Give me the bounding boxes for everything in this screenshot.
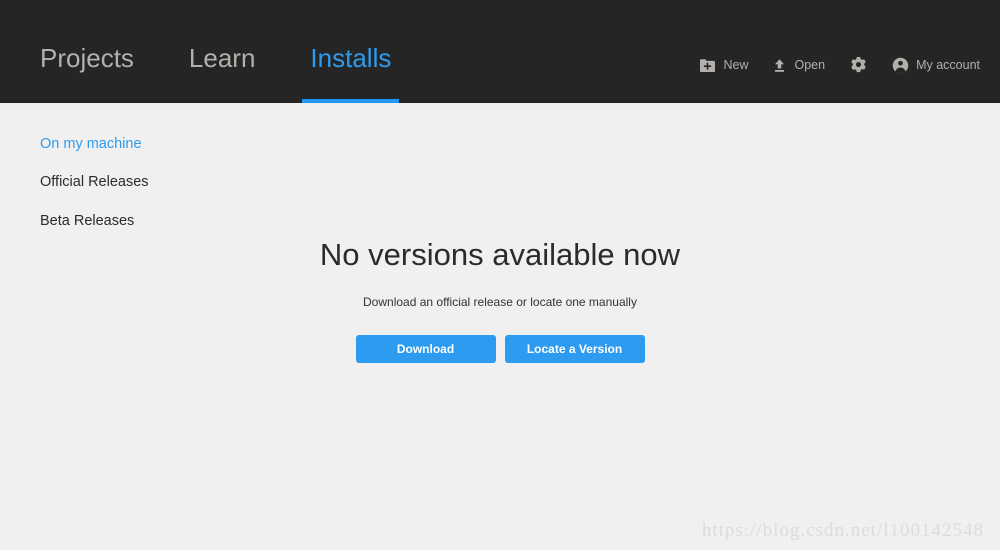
app-header: Projects Learn Installs New Open My acco… bbox=[0, 0, 1000, 103]
tab-learn[interactable]: Learn bbox=[189, 45, 256, 103]
new-button[interactable]: New bbox=[699, 58, 748, 73]
main-content: No versions available now Download an of… bbox=[0, 103, 1000, 550]
empty-state-actions: Download Locate a Version bbox=[0, 334, 1000, 363]
locate-version-button[interactable]: Locate a Version bbox=[504, 334, 645, 363]
open-button-label: Open bbox=[794, 58, 826, 72]
open-button[interactable]: Open bbox=[772, 58, 825, 73]
tab-learn-label: Learn bbox=[188, 43, 256, 73]
tab-installs-label: Installs bbox=[310, 43, 392, 73]
empty-state: No versions available now Download an of… bbox=[0, 236, 1000, 363]
download-button[interactable]: Download bbox=[355, 334, 496, 363]
main-navigation: Projects Learn Installs bbox=[40, 0, 400, 103]
settings-button[interactable] bbox=[849, 56, 868, 75]
page-title: No versions available now bbox=[319, 237, 681, 272]
watermark: https://blog.csdn.net/l100142548 bbox=[701, 520, 984, 541]
my-account-label: My account bbox=[916, 58, 980, 72]
account-circle-icon bbox=[892, 57, 909, 74]
my-account-button[interactable]: My account bbox=[892, 57, 980, 74]
empty-state-subtitle: Download an official release or locate o… bbox=[363, 295, 637, 310]
header-toolbar: New Open My account bbox=[699, 52, 980, 78]
upload-arrow-icon bbox=[772, 58, 787, 73]
folder-plus-icon bbox=[699, 58, 716, 73]
tab-projects[interactable]: Projects bbox=[40, 45, 134, 103]
gear-icon bbox=[849, 56, 868, 75]
new-button-label: New bbox=[723, 58, 749, 72]
tab-projects-label: Projects bbox=[40, 43, 134, 73]
tab-installs[interactable]: Installs bbox=[302, 43, 400, 103]
